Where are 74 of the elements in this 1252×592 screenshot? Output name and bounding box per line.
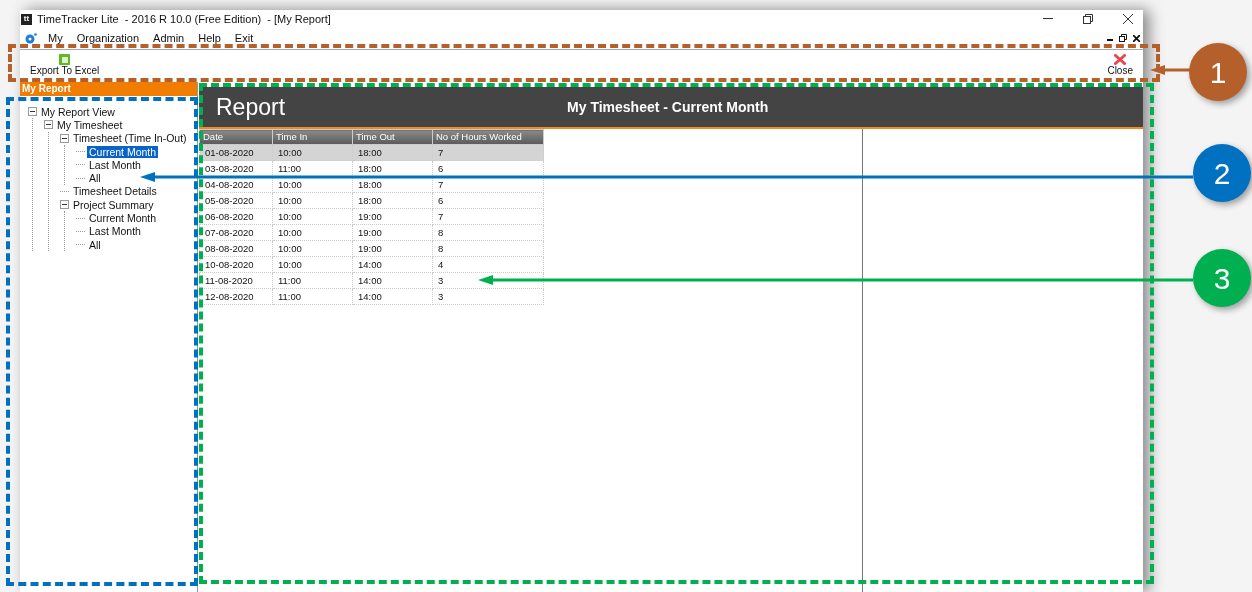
- table-cell: 10:00: [272, 256, 353, 273]
- tree-item[interactable]: Project Summary: [71, 198, 156, 211]
- callout-badge: 2: [1193, 144, 1251, 202]
- table-cell: 12-08-2020: [199, 288, 273, 305]
- app-menu-icon[interactable]: [25, 32, 37, 44]
- table-cell: 03-08-2020: [199, 160, 273, 177]
- column-header[interactable]: Time Out: [352, 129, 433, 145]
- callout-badge: 1: [1189, 43, 1247, 101]
- table-cell: 18:00: [352, 144, 433, 161]
- tree-item[interactable]: All: [87, 238, 103, 251]
- tree-item[interactable]: Last Month: [87, 225, 143, 238]
- close-button[interactable]: Close: [1107, 54, 1133, 77]
- table-cell: 19:00: [352, 240, 433, 257]
- tree-item[interactable]: My Timesheet: [55, 118, 125, 131]
- spreadsheet-icon: [59, 54, 71, 65]
- table-cell: 10-08-2020: [199, 256, 273, 273]
- table-cell: 07-08-2020: [199, 224, 273, 241]
- table-cell: 14:00: [352, 256, 433, 273]
- close-icon[interactable]: [1123, 14, 1133, 24]
- table-cell: 11:00: [272, 288, 353, 305]
- table-cell: 06-08-2020: [199, 208, 273, 225]
- menu-item[interactable]: Organization: [69, 29, 147, 47]
- column-header[interactable]: Time In: [272, 129, 353, 145]
- menu-item[interactable]: My: [41, 29, 70, 47]
- tree-toggle-icon[interactable]: [44, 120, 53, 130]
- table-cell: 11:00: [272, 272, 353, 289]
- tree-toggle-icon[interactable]: [28, 107, 37, 117]
- tree-toggle-icon[interactable]: [60, 200, 69, 210]
- table-cell: 10:00: [272, 192, 353, 209]
- export-button[interactable]: Export To Excel: [30, 54, 100, 77]
- table-cell: 8: [432, 224, 544, 241]
- tree-item[interactable]: All: [87, 172, 103, 185]
- menu-item[interactable]: Exit: [227, 29, 261, 47]
- tree-item[interactable]: Timesheet Details: [71, 185, 159, 198]
- table-cell: 10:00: [272, 208, 353, 225]
- window-title: TimeTracker Lite - 2016 R 10.0 (Free Edition) - [My Report]: [37, 11, 331, 27]
- table-cell: 11-08-2020: [199, 272, 273, 289]
- tree-item[interactable]: My Report View: [39, 105, 117, 118]
- table-cell: 3: [432, 288, 544, 305]
- table-cell: 05-08-2020: [199, 192, 273, 209]
- table-cell: 10:00: [272, 144, 353, 161]
- table-cell: 7: [432, 144, 544, 161]
- table-cell: 10:00: [272, 224, 353, 241]
- tree-item[interactable]: Current Month: [87, 145, 159, 158]
- restore-icon[interactable]: [1083, 14, 1093, 24]
- report-title: Report: [216, 92, 286, 122]
- tree-toggle-icon[interactable]: [60, 133, 69, 143]
- table-cell: 18:00: [352, 192, 433, 209]
- table-cell: 08-08-2020: [199, 240, 273, 257]
- report-subtitle: My Timesheet - Current Month: [567, 97, 769, 117]
- table-cell: 7: [432, 208, 544, 225]
- restore-icon[interactable]: [1119, 34, 1127, 42]
- callout-badge: 3: [1193, 249, 1251, 307]
- table-cell: 14:00: [352, 288, 433, 305]
- tree-item[interactable]: Timesheet (Time In-Out): [71, 132, 189, 145]
- table-cell: 10:00: [272, 240, 353, 257]
- table-cell: 01-08-2020: [199, 144, 273, 161]
- panel-header: My Report: [20, 82, 197, 96]
- menu-item[interactable]: Admin: [146, 29, 192, 47]
- table-cell: 8: [432, 240, 544, 257]
- column-header[interactable]: No of Hours Worked: [432, 129, 544, 145]
- column-header[interactable]: Date: [199, 129, 273, 145]
- tree-item[interactable]: Current Month: [87, 212, 159, 224]
- close-icon: [1114, 54, 1127, 65]
- app-logo: tt: [21, 13, 32, 25]
- table-cell: 6: [432, 192, 544, 209]
- table-cell: 14:00: [352, 272, 433, 289]
- menu-item[interactable]: Help: [191, 29, 228, 47]
- tree-item[interactable]: Last Month: [87, 158, 143, 171]
- minimize-icon[interactable]: [1043, 18, 1053, 20]
- close-icon[interactable]: [1133, 34, 1140, 42]
- table-cell: 19:00: [352, 208, 433, 225]
- table-cell: 4: [432, 256, 544, 273]
- table-cell: 19:00: [352, 224, 433, 241]
